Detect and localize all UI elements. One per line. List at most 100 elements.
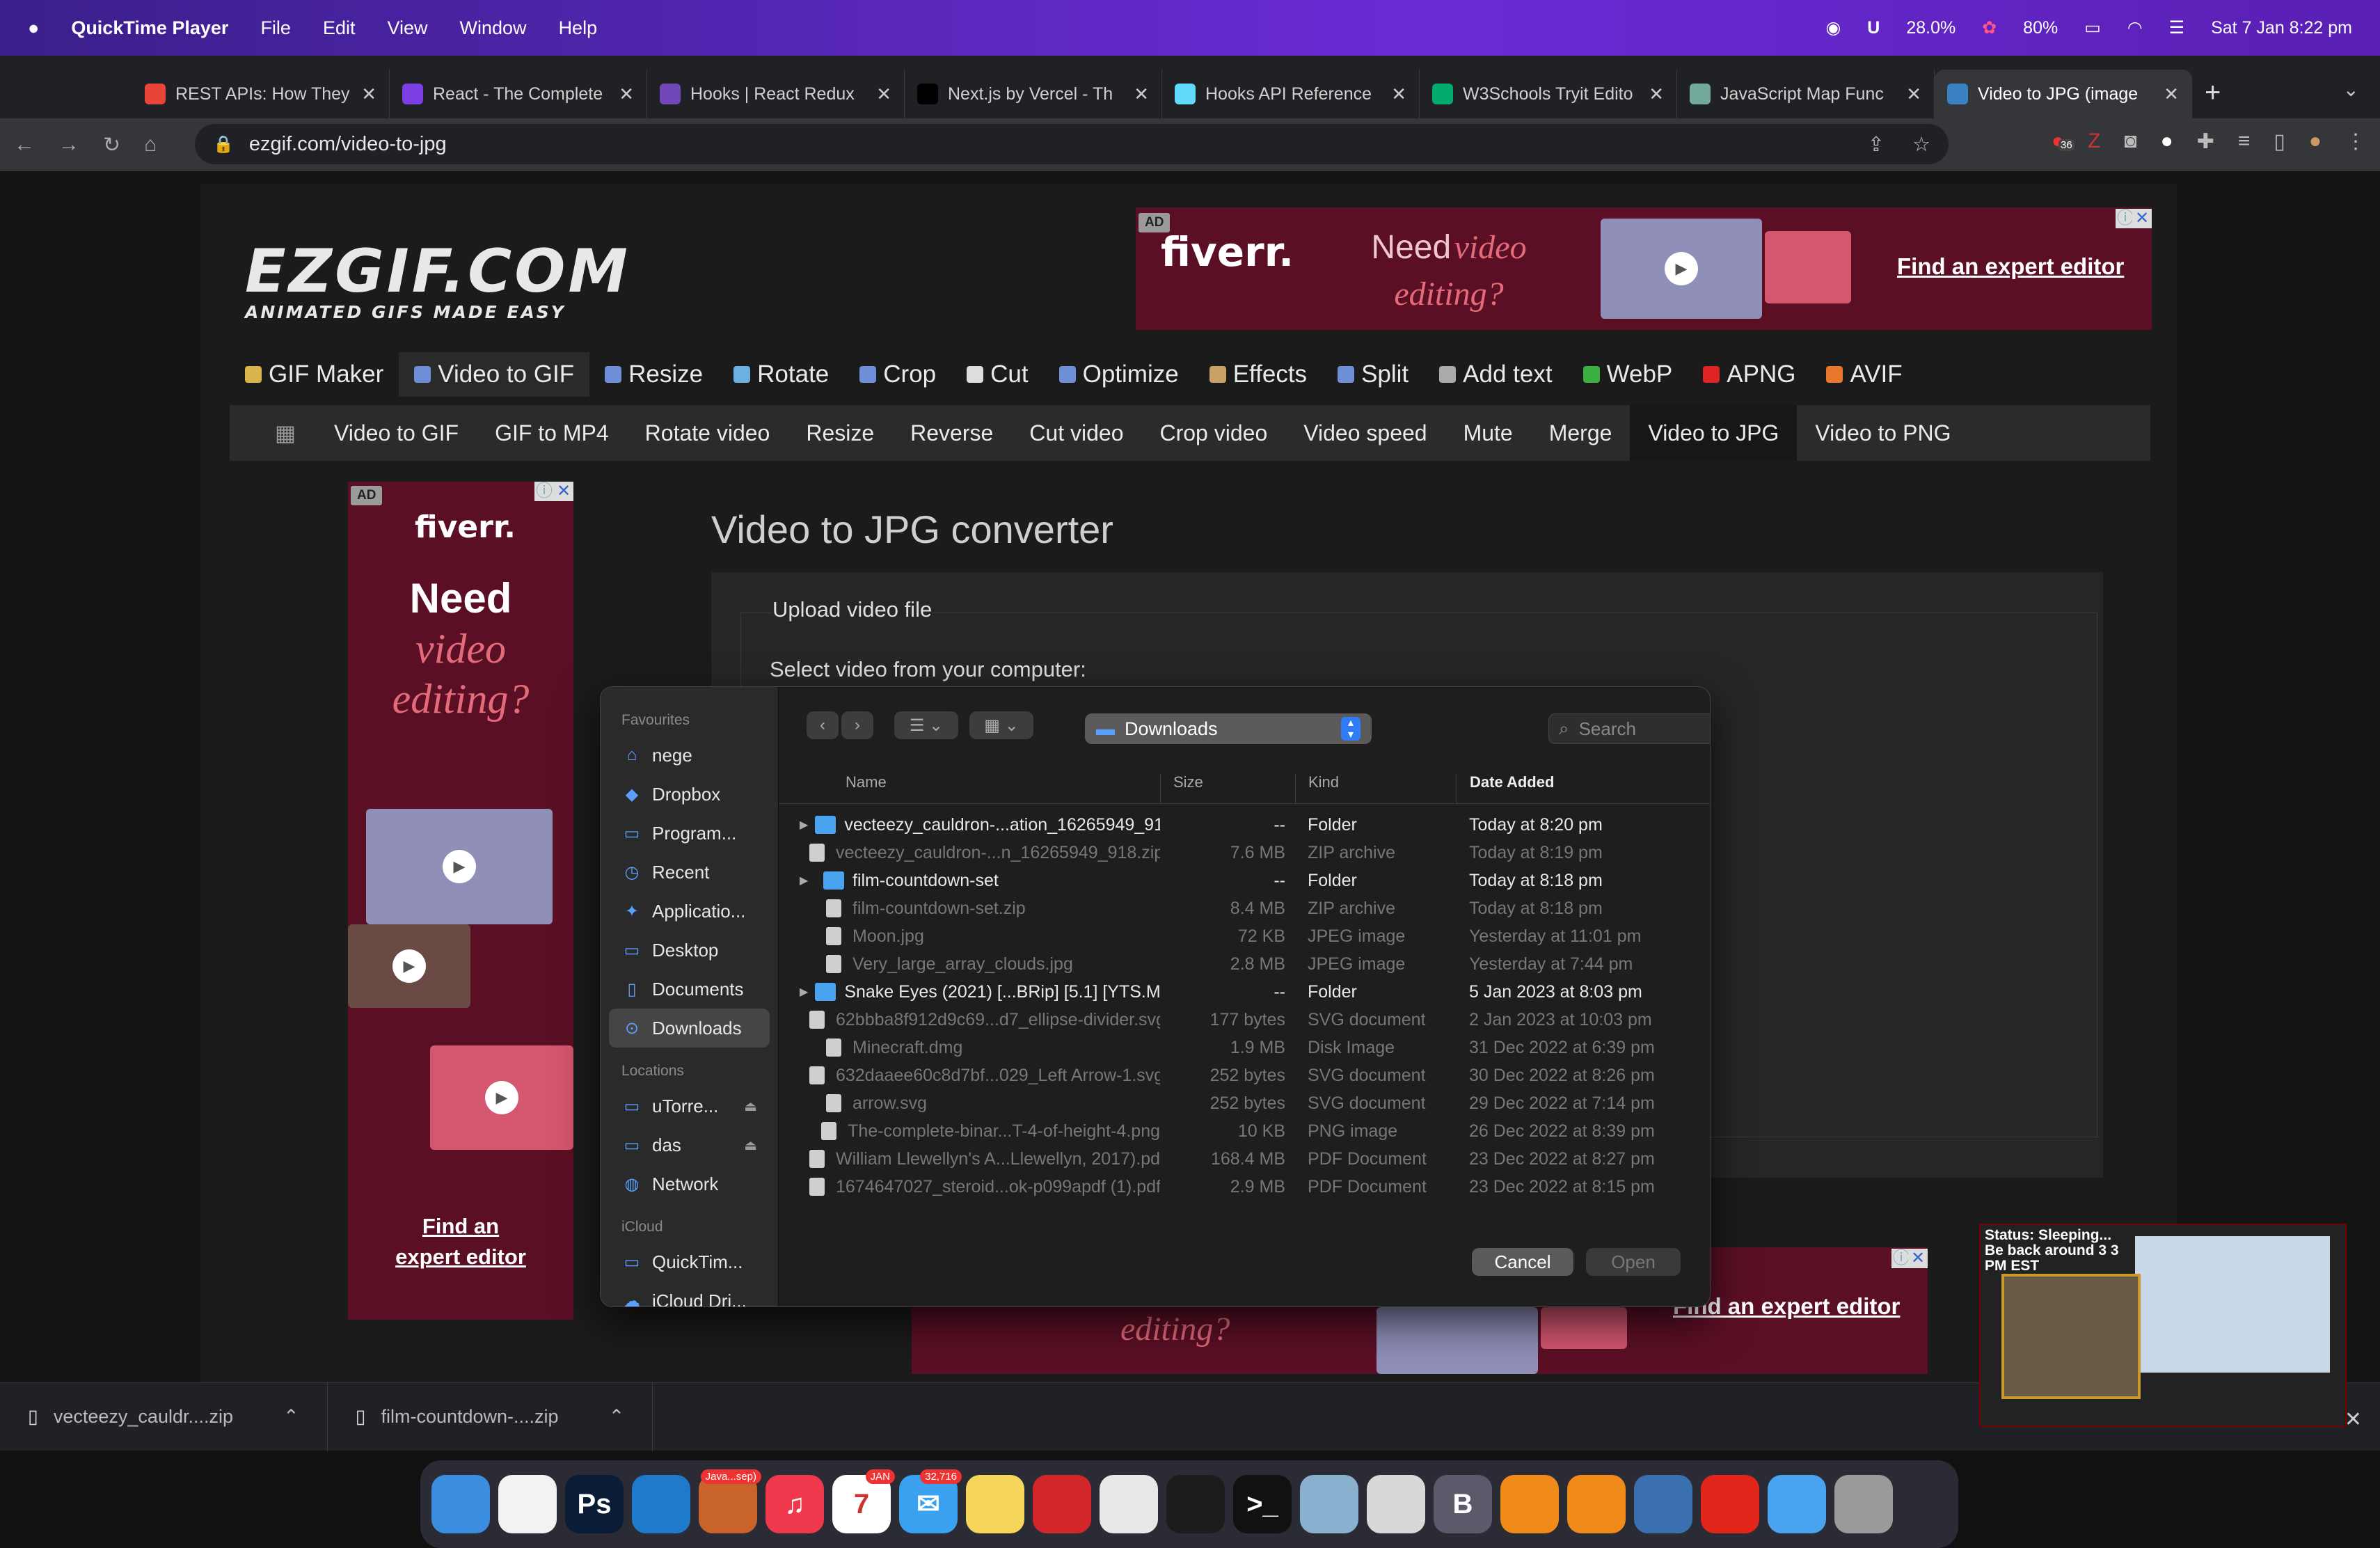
new-tab-button[interactable]: +: [2205, 77, 2221, 109]
download-item[interactable]: ▯ film-countdown-....zip ⌃: [328, 1382, 653, 1451]
ad-cta[interactable]: Find an expert editor: [1897, 253, 2124, 280]
browser-tab[interactable]: Hooks | React Redux ✕: [647, 70, 905, 118]
bbedit-icon[interactable]: B: [1434, 1475, 1492, 1533]
ezgif-logo[interactable]: EZGIF.COM ANIMATED GIFS MADE EASY: [245, 237, 630, 322]
sidebar-item[interactable]: ⊙ Downloads: [609, 1009, 770, 1048]
ad-close-icon[interactable]: ✕: [554, 482, 573, 501]
picture-in-picture-window[interactable]: Status: Sleeping... Be back around 3 3 P…: [1979, 1224, 2347, 1427]
sidebar-item[interactable]: ▭ uTorre... ⏏: [601, 1087, 778, 1126]
eject-icon[interactable]: ⏏: [744, 1137, 757, 1154]
finder-icon[interactable]: [431, 1475, 490, 1533]
tab-close-icon[interactable]: ✕: [2164, 84, 2179, 105]
column-date-added[interactable]: Date Added: [1457, 773, 1710, 803]
extension-icon-red[interactable]: ● 36: [2052, 129, 2074, 154]
close-downloads-bar-icon[interactable]: ✕: [2345, 1407, 2362, 1432]
avatar[interactable]: ●: [2309, 129, 2322, 154]
folder-icon[interactable]: [1768, 1475, 1826, 1533]
open-button[interactable]: Open: [1586, 1248, 1681, 1276]
dialog-forward-icon[interactable]: ›: [841, 711, 873, 739]
tab-close-icon[interactable]: ✕: [1134, 84, 1149, 105]
browser-tab[interactable]: REST APIs: How They ✕: [132, 70, 390, 118]
more-menu-icon[interactable]: ⋮: [2345, 129, 2366, 154]
apple-icon[interactable]: ●: [28, 17, 39, 39]
main-nav-item[interactable]: Effects: [1194, 352, 1322, 397]
browser-tab[interactable]: React - The Complete ✕: [390, 70, 647, 118]
main-nav-item[interactable]: Resize: [589, 352, 718, 397]
script-editor-icon[interactable]: [1367, 1475, 1425, 1533]
browser-tab[interactable]: Hooks API Reference ✕: [1162, 70, 1420, 118]
tab-close-icon[interactable]: ✕: [1391, 84, 1406, 105]
sub-nav-item[interactable]: Video to PNG: [1797, 405, 1969, 461]
menu-app-name[interactable]: QuickTime Player: [71, 17, 228, 39]
record-icon[interactable]: ◉: [1825, 17, 1841, 38]
browser-tab[interactable]: W3Schools Tryit Edito ✕: [1420, 70, 1677, 118]
back-icon[interactable]: ←: [14, 133, 35, 157]
sub-nav-item[interactable]: Resize: [788, 405, 892, 461]
file-row[interactable]: ▶ Snake Eyes (2021) [...BRip] [5.1] [YTS.…: [779, 978, 1710, 1006]
browser-tab[interactable]: JavaScript Map Func ✕: [1677, 70, 1935, 118]
mail-icon[interactable]: ✉ 32,716: [899, 1469, 962, 1533]
dialog-search-input[interactable]: ⌕ Search: [1548, 713, 1710, 744]
sidebar-item[interactable]: ▯ Documents: [601, 970, 778, 1009]
sidebar-item[interactable]: ◷ Recent: [601, 853, 778, 892]
extension-icon-z[interactable]: Z: [2088, 129, 2100, 154]
quicktime-icon[interactable]: [1634, 1475, 1692, 1533]
activity-monitor-icon[interactable]: [1166, 1475, 1225, 1533]
address-bar[interactable]: 🔒 ezgif.com/video-to-jpg ⇪ ☆: [195, 124, 1949, 164]
sidebar-item[interactable]: ▭ Desktop: [601, 931, 778, 970]
reload-icon[interactable]: ↻: [103, 133, 120, 157]
sidebar-item[interactable]: ☁ iCloud Dri...: [601, 1281, 778, 1307]
main-nav-item[interactable]: Optimize: [1044, 352, 1194, 397]
tab-close-icon[interactable]: ✕: [876, 84, 891, 105]
creative-cloud-icon[interactable]: [1701, 1475, 1759, 1533]
sub-nav-item[interactable]: Rotate video: [627, 405, 788, 461]
sub-nav-item[interactable]: GIF to MP4: [477, 405, 627, 461]
books-icon[interactable]: [1567, 1475, 1626, 1533]
terminal-icon[interactable]: >_: [1233, 1475, 1292, 1533]
sidebar-item[interactable]: ✦ Applicatio...: [601, 892, 778, 931]
sidebar-item[interactable]: ◆ Dropbox: [601, 775, 778, 814]
tab-close-icon[interactable]: ✕: [1649, 84, 1664, 105]
column-size[interactable]: Size: [1160, 773, 1295, 803]
main-nav-item[interactable]: Crop: [844, 352, 951, 397]
main-nav-item[interactable]: Video to GIF: [399, 352, 590, 397]
menu-help[interactable]: Help: [559, 17, 598, 39]
camera-icon[interactable]: ◙: [2124, 129, 2136, 154]
photos-icon[interactable]: [1100, 1475, 1158, 1533]
sub-nav-item[interactable]: Video to JPG: [1630, 405, 1798, 461]
share-icon[interactable]: ⇪: [1868, 132, 1885, 157]
ad-close-icon[interactable]: ✕: [1908, 1249, 1928, 1268]
sidebar-item[interactable]: ▭ das ⏏: [601, 1126, 778, 1164]
photoshop-icon[interactable]: Ps: [565, 1475, 624, 1533]
sub-nav-item[interactable]: Video speed: [1285, 405, 1445, 461]
vscode-icon[interactable]: [632, 1475, 690, 1533]
puzzle-icon[interactable]: ✚: [2197, 129, 2214, 154]
clock[interactable]: Sat 7 Jan 8:22 pm: [2211, 18, 2352, 38]
home-icon[interactable]: ⌂: [144, 133, 157, 157]
list-view-icon[interactable]: ☰ ⌄: [894, 711, 958, 739]
bookmark-star-icon[interactable]: ☆: [1912, 132, 1930, 157]
battery-icon[interactable]: ▭: [2084, 17, 2101, 38]
chevron-up-icon[interactable]: ⌃: [283, 1406, 299, 1428]
sidepanel-icon[interactable]: ▯: [2274, 129, 2285, 154]
calendar-icon[interactable]: 7 JAN: [832, 1469, 895, 1533]
main-nav-item[interactable]: AVIF: [1811, 352, 1917, 397]
chevron-up-icon[interactable]: ⌃: [609, 1406, 625, 1428]
battery-percent[interactable]: 80%: [2023, 18, 2058, 38]
java-app-icon[interactable]: Java...sep): [699, 1469, 761, 1533]
main-nav-item[interactable]: Cut: [951, 352, 1043, 397]
profile-circle-icon[interactable]: ●: [2161, 129, 2173, 154]
menu-window[interactable]: Window: [460, 17, 527, 39]
tab-close-icon[interactable]: ✕: [1906, 84, 1921, 105]
tab-close-icon[interactable]: ✕: [619, 84, 634, 105]
main-nav-item[interactable]: Rotate: [718, 352, 844, 397]
disclosure-triangle-icon[interactable]: ▶: [800, 985, 808, 999]
download-item[interactable]: ▯ vecteezy_cauldr....zip ⌃: [0, 1382, 328, 1451]
menu-edit[interactable]: Edit: [323, 17, 356, 39]
main-nav-item[interactable]: Add text: [1424, 352, 1567, 397]
column-kind[interactable]: Kind: [1295, 773, 1457, 803]
tab-close-icon[interactable]: ✕: [361, 84, 376, 105]
ad-close-icon[interactable]: ✕: [2132, 209, 2152, 228]
main-nav-item[interactable]: Split: [1322, 352, 1424, 397]
sidebar-item[interactable]: ▭ Program...: [601, 814, 778, 853]
